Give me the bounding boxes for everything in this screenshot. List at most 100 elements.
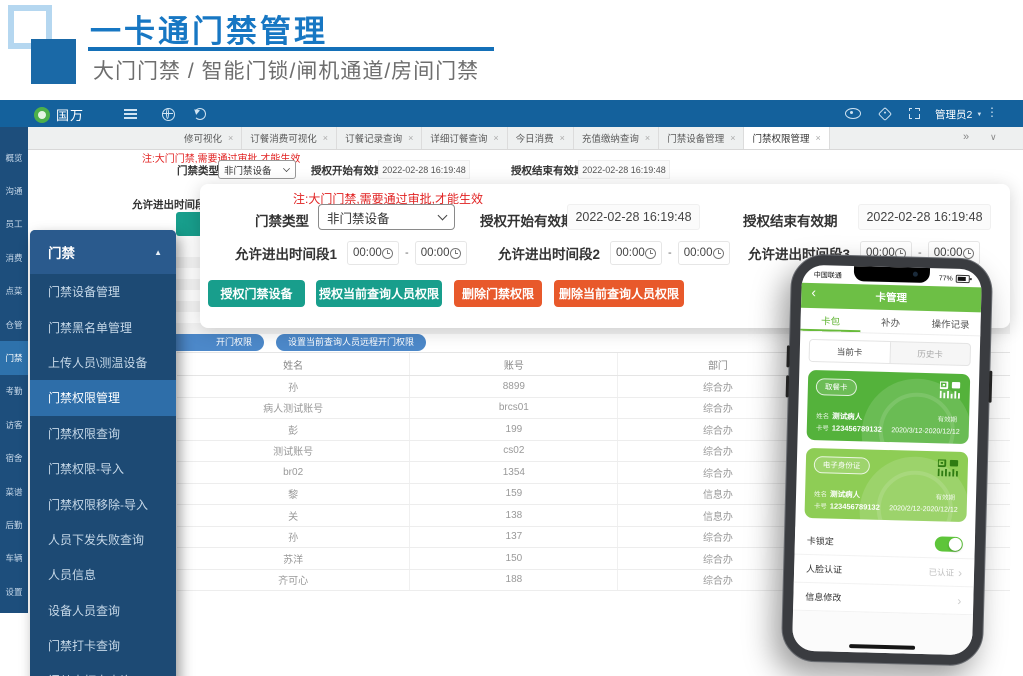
rail-item-label: 后勤 <box>5 519 22 531</box>
action-button[interactable]: 删除门禁权限 <box>454 280 542 307</box>
action-button[interactable]: 授权门禁设备 <box>208 280 305 307</box>
rail-item[interactable]: 考勤 <box>0 375 28 408</box>
rail-item[interactable]: 门禁 <box>0 341 28 374</box>
qr-code-icon[interactable] <box>940 381 962 399</box>
table-header-cell[interactable]: 账号 <box>410 353 618 375</box>
action-button[interactable]: 删除当前查询人员权限 <box>554 280 684 307</box>
tab[interactable]: 订餐消费可视化 <box>242 127 337 149</box>
virtual-card[interactable]: 取餐卡 <box>806 370 970 444</box>
module-rail: 概览 沟通 员工 消费 点菜 仓管 <box>0 127 28 613</box>
close-icon[interactable] <box>645 133 650 143</box>
fullscreen-icon[interactable] <box>909 108 920 119</box>
menu-item[interactable]: 门禁未打卡查询 <box>30 663 176 676</box>
time-dash: - <box>668 247 672 259</box>
rail-item[interactable]: 仓管 <box>0 308 28 341</box>
close-icon[interactable] <box>228 133 233 143</box>
action-button[interactable]: 授权当前查询人员权限 <box>316 280 442 307</box>
rail-item[interactable]: 设置 <box>0 575 28 608</box>
menu-item-label: 门禁打卡查询 <box>48 637 120 654</box>
tab-label: 门禁设备管理 <box>667 131 724 145</box>
bg-start-value[interactable]: 2022-02-28 16:19:48 <box>378 160 470 179</box>
card-subtab[interactable]: 当前卡 <box>810 340 891 363</box>
card-settings-list: 卡锁定 人脸认证 已认证 › <box>793 527 975 616</box>
card-type-badge: 取餐卡 <box>816 378 857 396</box>
close-icon[interactable] <box>323 133 328 143</box>
menu-item[interactable]: 设备人员查询 <box>30 593 176 628</box>
tab-overflow-icon[interactable]: » <box>963 131 969 143</box>
toggle-on[interactable] <box>935 536 963 552</box>
rail-item[interactable]: 菜谱 <box>0 475 28 508</box>
back-icon[interactable]: ‹ <box>811 284 816 300</box>
time-from-field[interactable]: 00:00 <box>347 241 399 265</box>
tab[interactable]: 修可视化 <box>176 127 242 149</box>
start-datetime-field[interactable]: 2022-02-28 16:19:48 <box>567 204 700 230</box>
title-underline <box>88 47 494 51</box>
close-icon[interactable] <box>560 133 565 143</box>
table-header-cell[interactable]: 姓名 <box>177 353 410 375</box>
cell-account: 8899 <box>410 376 618 397</box>
phone-tab[interactable]: 补办 <box>860 309 921 334</box>
tab[interactable]: 今日消费 <box>508 127 574 149</box>
cell-name: 黎 <box>177 484 410 505</box>
menu-item[interactable]: 门禁权限管理 <box>30 380 176 415</box>
menu-icon[interactable] <box>124 109 137 111</box>
menu-item-label: 门禁黑名单管理 <box>48 319 132 336</box>
tab[interactable]: 门禁权限管理 <box>744 127 829 149</box>
phone-tab-label: 操作记录 <box>931 316 969 331</box>
card-list: 取餐卡 <box>795 362 979 523</box>
rail-item[interactable]: 消费 <box>0 241 28 274</box>
menu-item[interactable]: 门禁权限-导入 <box>30 451 176 486</box>
refresh-icon[interactable] <box>194 108 206 120</box>
menu-item[interactable]: 上传人员\测温设备 <box>30 345 176 380</box>
watch-icon[interactable] <box>845 108 861 119</box>
bg-access-type-select[interactable]: 非门禁设备 <box>218 160 296 179</box>
user-menu[interactable]: 管理员2 ▼ <box>935 107 982 122</box>
more-options-icon[interactable]: ⋮ <box>986 105 998 119</box>
globe-icon[interactable] <box>162 108 175 121</box>
close-icon[interactable] <box>815 133 820 143</box>
card-subtab[interactable]: 历史卡 <box>890 342 970 365</box>
cell-name: 关 <box>177 505 410 526</box>
end-datetime-field[interactable]: 2022-02-28 16:19:48 <box>858 204 991 230</box>
menu-item[interactable]: 人员下发失败查询 <box>30 522 176 557</box>
close-icon[interactable] <box>493 133 498 143</box>
time-to-field[interactable]: 00:00 <box>678 241 730 265</box>
time-to-field[interactable]: 00:00 <box>415 241 467 265</box>
phone-tab[interactable]: 卡包 <box>800 308 861 333</box>
menu-item[interactable]: 门禁权限移除-导入 <box>30 486 176 521</box>
rail-item[interactable]: 访客 <box>0 408 28 441</box>
rail-item[interactable]: 沟通 <box>0 174 28 207</box>
cell-account: 159 <box>410 484 618 505</box>
tab[interactable]: 订餐记录查询 <box>337 127 422 149</box>
close-icon[interactable] <box>408 133 413 143</box>
virtual-card[interactable]: 电子身份证 <box>804 448 968 522</box>
menu-item[interactable]: 门禁权限查询 <box>30 416 176 451</box>
rail-item[interactable]: 员工 <box>0 208 28 241</box>
qr-code-icon[interactable] <box>938 459 960 477</box>
rail-item[interactable]: 宿舍 <box>0 442 28 475</box>
tab-collapse-icon[interactable]: ∨ <box>990 132 997 143</box>
access-type-select[interactable]: 非门禁设备 <box>318 204 455 230</box>
rail-item-label: 概览 <box>5 152 22 164</box>
menu-item[interactable]: 门禁打卡查询 <box>30 628 176 663</box>
menu-header[interactable]: 门禁 ▲ <box>30 230 176 274</box>
menu-item[interactable]: 人员信息 <box>30 557 176 592</box>
rail-item[interactable]: 点菜 <box>0 275 28 308</box>
menu-item[interactable]: 门禁设备管理 <box>30 274 176 309</box>
tag-icon[interactable] <box>878 107 892 121</box>
time-from-field[interactable]: 00:00 <box>610 241 662 265</box>
remote-open-pill[interactable]: 设置当前查询人员远程开门权限 <box>276 334 426 351</box>
close-icon[interactable] <box>730 133 735 143</box>
menu-item[interactable]: 门禁黑名单管理 <box>30 309 176 344</box>
tab[interactable]: 详细订餐查询 <box>422 127 507 149</box>
rail-item[interactable]: 概览 <box>0 141 28 174</box>
tab[interactable]: 充值缴纳查询 <box>574 127 659 149</box>
bg-end-value[interactable]: 2022-02-28 16:19:48 <box>578 160 670 179</box>
tab-label: 订餐消费可视化 <box>250 131 317 145</box>
menu-title: 门禁 <box>48 242 75 262</box>
rail-item[interactable]: 后勤 <box>0 508 28 541</box>
tab[interactable]: 门禁设备管理 <box>659 127 744 149</box>
cell-name: 测试账号 <box>177 441 410 462</box>
phone-tab[interactable]: 操作记录 <box>920 311 981 336</box>
rail-item[interactable]: 车辆 <box>0 542 28 575</box>
